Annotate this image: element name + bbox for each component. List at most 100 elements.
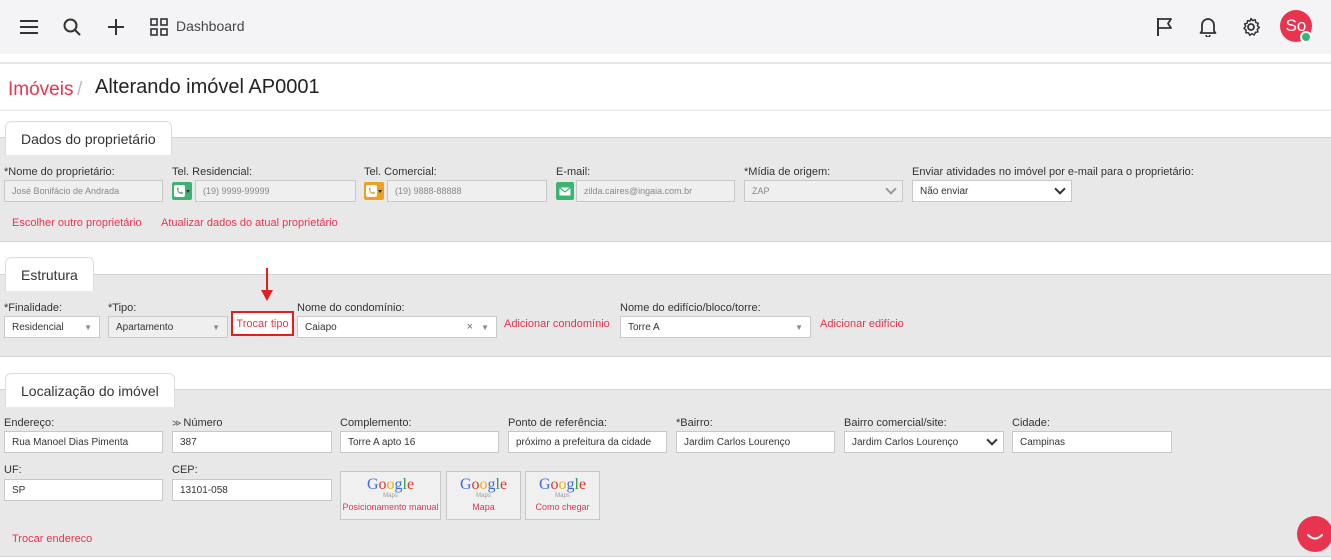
double-chevron-icon[interactable]: ≫ (172, 418, 181, 429)
chevron-down-icon (885, 183, 897, 195)
send-activities-value: Não enviar (920, 185, 969, 197)
chevron-down-icon (986, 434, 998, 446)
divider (0, 62, 1331, 64)
manual-position-label: Posicionamento manual (342, 502, 439, 512)
endereco-field[interactable]: Rua Manoel Dias Pimenta (4, 431, 163, 453)
numero-field[interactable]: 387 (172, 431, 332, 453)
media-select-value: ZAP (752, 186, 770, 196)
finalidade-select[interactable]: Residencial ▼ (4, 316, 100, 338)
breadcrumb-link-imoveis[interactable]: Imóveis (8, 79, 73, 101)
bairro-comercial-label: Bairro comercial/site: (844, 417, 947, 429)
tel-res-field[interactable]: (19) 9999-99999 (195, 180, 356, 202)
finalidade-label: *Finalidade: (4, 302, 63, 314)
owner-name-label: *Nome do proprietário: (4, 166, 115, 178)
condominio-label: Nome do condomínio: (297, 302, 405, 314)
send-activities-select[interactable]: Não enviar (912, 180, 1072, 202)
finalidade-value: Residencial (12, 321, 64, 333)
search-icon[interactable] (60, 15, 84, 39)
map-button[interactable]: Google Maps Mapa (446, 471, 521, 520)
edificio-value: Torre A (628, 321, 660, 333)
uf-field[interactable]: SP (4, 479, 163, 501)
manual-position-button[interactable]: Google Maps Posicionamento manual (340, 471, 441, 520)
location-section-tab: Localização do imóvel (5, 373, 175, 407)
add-edificio-link[interactable]: Adicionar edifício (820, 318, 904, 330)
page-title: Alterando imóvel AP0001 (95, 76, 320, 98)
menu-icon[interactable] (17, 15, 41, 39)
tel-res-label: Tel. Residencial: (172, 166, 253, 178)
plus-icon[interactable] (104, 15, 128, 39)
breadcrumb-separator: / (77, 79, 83, 100)
phone-type-com-button[interactable] (364, 182, 384, 200)
tipo-select[interactable]: Apartamento ▼ (108, 316, 228, 338)
owner-section-tab: Dados do proprietário (5, 121, 172, 155)
google-logo: Google (366, 476, 415, 493)
cidade-label: Cidade: (1012, 417, 1050, 429)
edificio-select[interactable]: Torre A ▼ (620, 316, 811, 338)
location-section (0, 389, 1331, 557)
flag-icon[interactable] (1153, 15, 1177, 39)
bairro-comercial-value: Jardim Carlos Lourenço (852, 436, 959, 448)
owner-name-field[interactable]: José Bonifácio de Andrada (4, 180, 163, 202)
dashboard-link[interactable]: Dashboard (176, 18, 245, 34)
chevron-down-icon (1054, 183, 1066, 195)
send-activities-label: Enviar atividades no imóvel por e-mail p… (912, 166, 1194, 178)
numero-label: Número (183, 417, 223, 429)
divider (0, 110, 1331, 111)
referencia-label: Ponto de referência: (508, 417, 608, 429)
endereco-label: Endereço: (4, 417, 55, 429)
chat-icon (1307, 534, 1323, 540)
directions-label: Como chegar (535, 502, 590, 512)
media-select[interactable]: ZAP (744, 180, 903, 202)
update-owner-link[interactable]: Atualizar dados do atual proprietário (161, 217, 338, 229)
condominio-select[interactable]: Caiapo × ▼ (297, 316, 497, 338)
tel-com-field[interactable]: (19) 9888-88888 (387, 180, 547, 202)
arrow-down-icon (261, 268, 273, 301)
phone-type-res-button[interactable] (172, 182, 192, 200)
change-type-link[interactable]: Trocar tipo (236, 318, 288, 330)
map-label: Mapa (472, 502, 495, 512)
change-address-link[interactable]: Trocar endereco (12, 533, 92, 545)
email-label: E-mail: (556, 166, 591, 178)
bairro-comercial-select[interactable]: Jardim Carlos Lourenço (844, 431, 1004, 453)
email-icon (556, 182, 574, 200)
phone-icon (366, 185, 382, 197)
referencia-field[interactable]: próximo a prefeitura da cidade (508, 431, 667, 453)
add-condominio-link[interactable]: Adicionar condomínio (504, 318, 610, 330)
cep-label: CEP: (172, 464, 198, 476)
structure-section-tab: Estrutura (5, 257, 94, 291)
maps-label: Maps (383, 493, 398, 499)
clear-icon[interactable]: × (467, 321, 473, 333)
caret-down-icon: ▼ (795, 322, 803, 332)
google-logo: Google (538, 476, 587, 493)
numero-label-wrap: ≫ Número (172, 417, 223, 429)
gear-icon[interactable] (1239, 15, 1263, 39)
bairro-field[interactable]: Jardim Carlos Lourenço (676, 431, 835, 453)
caret-down-icon: ▼ (212, 322, 220, 332)
complemento-label: Complemento: (340, 417, 412, 429)
phone-icon (174, 185, 190, 197)
media-label: *Mídia de origem: (744, 166, 831, 178)
bell-icon[interactable] (1196, 15, 1220, 39)
edificio-label: Nome do edifício/bloco/torre: (620, 302, 761, 314)
maps-label: Maps (476, 493, 491, 499)
email-field[interactable]: zilda.caires@ingaia.com.br (576, 180, 735, 202)
change-type-link-highlight[interactable]: Trocar tipo (231, 311, 294, 336)
condominio-value: Caiapo (305, 321, 337, 333)
complemento-field[interactable]: Torre A apto 16 (340, 431, 499, 453)
directions-button[interactable]: Google Maps Como chegar (525, 471, 600, 520)
google-logo: Google (459, 476, 508, 493)
chat-bubble-button[interactable] (1297, 516, 1331, 552)
choose-owner-link[interactable]: Escolher outro proprietário (12, 217, 142, 229)
uf-label: UF: (4, 464, 22, 476)
tel-com-label: Tel. Comercial: (364, 166, 437, 178)
tipo-value: Apartamento (116, 321, 174, 333)
cep-field[interactable]: 13101-058 (172, 479, 332, 501)
maps-label: Maps (555, 493, 570, 499)
top-bar: Dashboard So (0, 0, 1331, 54)
cidade-field[interactable]: Campinas (1012, 431, 1172, 453)
online-status-dot (1300, 31, 1312, 43)
grid-icon[interactable] (147, 15, 171, 39)
caret-down-icon: ▼ (481, 322, 489, 332)
bairro-label: *Bairro: (676, 417, 713, 429)
caret-down-icon: ▼ (84, 322, 92, 332)
